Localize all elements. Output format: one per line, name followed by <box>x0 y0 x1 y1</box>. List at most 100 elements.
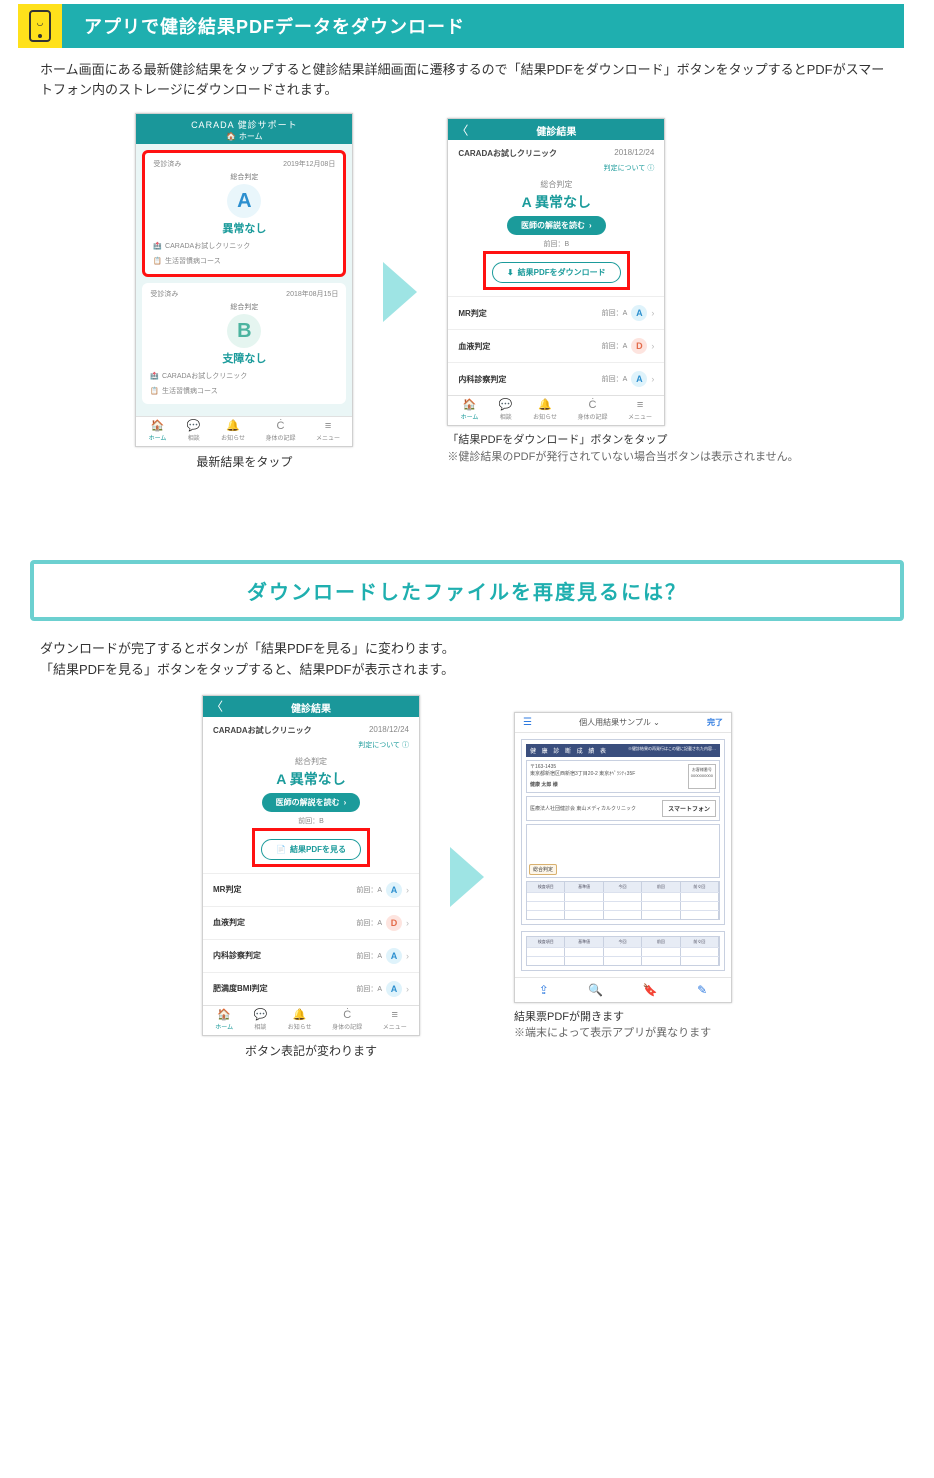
caption-right-2a: 結果票PDFが開きます <box>514 1009 624 1026</box>
tab-bar: 🏠ホーム 💬相談 🔔お知らせ Ċ身体の記録 ≡メニュー <box>203 1005 419 1035</box>
pdf-toolbar: ⇪ 🔍 🔖 ✎ <box>515 977 731 1002</box>
caption-right-1: 「結果PDFをダウンロード」ボタンをタップ <box>447 432 667 449</box>
pdf-doc-title: 健 康 診 断 成 績 表 <box>530 746 608 755</box>
pdf-overall-badge: 総合判定 <box>529 864 557 875</box>
tab-home[interactable]: 🏠ホーム <box>461 400 479 421</box>
judgement-row[interactable]: 内科診察判定 前回：AA› <box>448 362 664 395</box>
clinic-name: 🏥 CARADAお試しクリニック <box>150 371 338 381</box>
row-name: 内科診察判定 <box>213 950 261 961</box>
tab-consult[interactable]: 💬相談 <box>254 1010 268 1031</box>
tab-home[interactable]: 🏠ホーム <box>149 421 167 442</box>
row-name: 血液判定 <box>458 341 490 352</box>
phone-home-mock: CARADA 健診サポート 🏠 ホーム 受診済み 2019年12月08日 総合判… <box>135 113 353 447</box>
judgement-row[interactable]: 血液判定 前回：AD› <box>448 329 664 362</box>
tab-menu[interactable]: ≡メニュー <box>628 400 652 421</box>
prev-grade: 前回：B <box>203 816 419 826</box>
tab-bar: 🏠ホーム 💬相談 🔔お知らせ Ċ身体の記録 ≡メニュー <box>136 416 352 446</box>
highlight-box: 📄 結果PDFを見る <box>252 828 370 867</box>
grade-circle: A <box>227 184 261 218</box>
highlight-box: ⬇ 結果PDFをダウンロード <box>483 251 630 290</box>
judge-main: A 異常なし <box>448 192 664 212</box>
status-badge: 受診済み <box>153 159 181 169</box>
grade-badge: A <box>386 948 402 964</box>
share-icon[interactable]: ⇪ <box>539 983 549 997</box>
section-title: アプリで健診結果PDFデータをダウンロード <box>84 13 465 39</box>
grade-badge: D <box>631 338 647 354</box>
about-judgement-link[interactable]: 判定について ⓘ <box>448 163 664 175</box>
tab-record[interactable]: Ċ身体の記録 <box>578 400 608 421</box>
clinic-date: 2018/12/24 <box>369 725 409 736</box>
pdf-table-1: 検査項目基準値今回前回前々回 <box>526 881 720 920</box>
grade-badge: A <box>386 981 402 997</box>
section2-text: ダウンロードが完了するとボタンが「結果PDFを見る」に変わります。 「結果PDF… <box>0 639 934 691</box>
clinic-date: 2018/12/24 <box>614 148 654 159</box>
judge-label: 総合判定 <box>203 756 419 767</box>
judgement-row[interactable]: 内科診察判定 前回：AA› <box>203 939 419 972</box>
clinic-name: CARADAお試しクリニック <box>458 148 557 159</box>
row-name: MR判定 <box>213 884 241 895</box>
flow-row-2: 〈 健診結果 CARADAお試しクリニック 2018/12/24 判定について … <box>0 691 934 1069</box>
bookmark-icon[interactable]: 🔖 <box>643 983 658 997</box>
judgement-row[interactable]: 肥満度BMI判定 前回：AA› <box>203 972 419 1005</box>
search-icon[interactable]: 🔍 <box>588 983 603 997</box>
intro-text: ホーム画面にある最新健診結果をタップすると健診結果詳細画面に遷移するので「結果P… <box>0 48 934 109</box>
judgement-row[interactable]: 血液判定 前回：AD› <box>203 906 419 939</box>
judgement-row[interactable]: MR判定 前回：AA› <box>448 296 664 329</box>
view-pdf-button[interactable]: 📄 結果PDFを見る <box>261 839 361 860</box>
grade-badge: A <box>631 305 647 321</box>
read-commentary-button[interactable]: 医師の解説を読む › <box>507 216 606 235</box>
detail-header-title: 健診結果 <box>291 704 331 715</box>
tab-menu[interactable]: ≡メニュー <box>316 421 340 442</box>
read-commentary-button[interactable]: 医師の解説を読む › <box>262 793 361 812</box>
chevron-right-icon: › <box>406 951 409 961</box>
arrow-icon <box>450 847 484 907</box>
tab-notice[interactable]: 🔔お知らせ <box>533 400 557 421</box>
pdf-menu-icon[interactable]: ☰ <box>523 717 532 728</box>
judge-main: A 異常なし <box>203 769 419 789</box>
tab-record[interactable]: Ċ身体の記録 <box>332 1010 362 1031</box>
pdf-title: 個人用結果サンプル ⌄ <box>532 717 707 728</box>
tab-record[interactable]: Ċ身体の記録 <box>266 421 296 442</box>
judge-label: 総合判定 <box>448 179 664 190</box>
tab-home[interactable]: 🏠ホーム <box>215 1010 233 1031</box>
tab-menu[interactable]: ≡メニュー <box>383 1010 407 1031</box>
chevron-right-icon: › <box>406 885 409 895</box>
back-icon[interactable]: 〈 <box>456 121 468 138</box>
pdf-postal: 〒163-1435 <box>530 764 635 771</box>
chevron-right-icon: › <box>344 798 347 807</box>
pdf-comment-block: 総合判定 <box>526 824 720 878</box>
clinic-name: CARADAお試しクリニック <box>213 725 312 736</box>
result-text: 異常なし <box>153 220 335 236</box>
judge-label: 総合判定 <box>150 302 338 312</box>
annotate-icon[interactable]: ✎ <box>697 983 707 997</box>
pdf-clinic-line: 医療法人社団健診会 東山メディカルクリニック <box>530 805 636 812</box>
about-judgement-link[interactable]: 判定について ⓘ <box>203 740 419 752</box>
grade-badge: D <box>386 915 402 931</box>
tab-consult[interactable]: 💬相談 <box>187 421 201 442</box>
download-pdf-button[interactable]: ⬇ 結果PDFをダウンロード <box>492 262 621 283</box>
tab-notice[interactable]: 🔔お知らせ <box>288 1010 312 1031</box>
judge-label: 総合判定 <box>153 172 335 182</box>
section-header: ◡ アプリで健診結果PDFデータをダウンロード <box>30 4 904 48</box>
app-sub: 🏠 ホーム <box>226 131 263 142</box>
caption-left: 最新結果をタップ <box>196 453 292 470</box>
result-text: 支障なし <box>150 350 338 366</box>
result-date: 2018年08月15日 <box>286 289 338 299</box>
pdf-page-2: 検査項目基準値今回前回前々回 <box>521 931 725 971</box>
back-icon[interactable]: 〈 <box>211 698 223 715</box>
judgement-row[interactable]: MR判定 前回：AA› <box>203 873 419 906</box>
tab-consult[interactable]: 💬相談 <box>499 400 513 421</box>
arrow-icon <box>383 262 417 322</box>
detail-header-title: 健診結果 <box>536 127 576 138</box>
pdf-person-name: 健康 太郎 様 <box>530 782 635 789</box>
callout-title: ダウンロードしたファイルを再度見るには？ <box>30 560 904 621</box>
row-name: 肥満度BMI判定 <box>213 983 268 994</box>
result-card-prev[interactable]: 受診済み 2018年08月15日 総合判定 B 支障なし 🏥 CARADAお試し… <box>142 283 346 404</box>
app-brand: CARADA 健診サポート <box>136 118 352 131</box>
caption-right-2b: ※端末によって表示アプリが異なります <box>514 1025 711 1042</box>
pdf-done-button[interactable]: 完了 <box>707 717 723 728</box>
row-name: 血液判定 <box>213 917 245 928</box>
row-name: MR判定 <box>458 308 486 319</box>
tab-notice[interactable]: 🔔お知らせ <box>221 421 245 442</box>
result-card-latest[interactable]: 受診済み 2019年12月08日 総合判定 A 異常なし 🏥 CARADAお試し… <box>142 150 346 277</box>
